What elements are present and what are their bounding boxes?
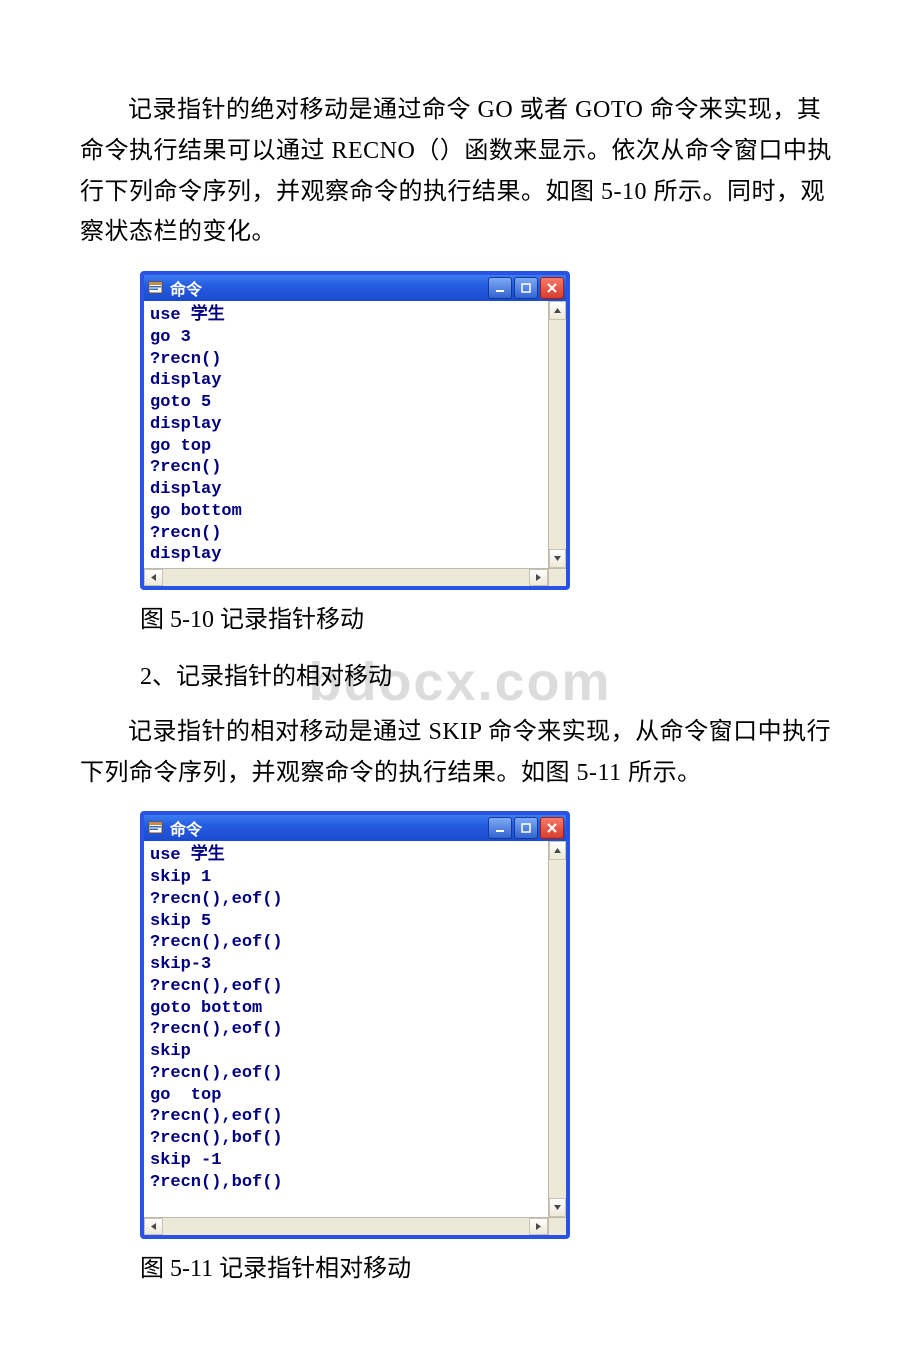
maximize-button[interactable] <box>514 277 538 299</box>
minimize-button[interactable] <box>488 817 512 839</box>
maximize-button[interactable] <box>514 817 538 839</box>
scroll-right-icon[interactable] <box>529 569 548 586</box>
titlebar-1: 命令 <box>144 275 566 301</box>
figure-5-11: 命令 use 学生 skip 1 ?recn(),eof() skip 5 ?r… <box>140 811 840 1239</box>
subheading-2: 2、记录指针的相对移动 <box>140 657 840 698</box>
vertical-scrollbar[interactable] <box>548 301 566 568</box>
scroll-right-icon[interactable] <box>529 1218 548 1235</box>
command-window-2: 命令 use 学生 skip 1 ?recn(),eof() skip 5 ?r… <box>140 811 570 1239</box>
scroll-left-icon[interactable] <box>144 1218 163 1235</box>
command-text-2[interactable]: use 学生 skip 1 ?recn(),eof() skip 5 ?recn… <box>144 841 548 1217</box>
app-icon <box>148 280 164 296</box>
window-title: 命令 <box>170 276 488 300</box>
minimize-button[interactable] <box>488 277 512 299</box>
scroll-up-icon[interactable] <box>549 301 566 320</box>
window-title: 命令 <box>170 816 488 840</box>
paragraph-2: 记录指针的相对移动是通过 SKIP 命令来实现，从命令窗口中执行下列命令序列，并… <box>80 712 840 794</box>
figure-5-11-caption: 图 5-11 记录指针相对移动 <box>140 1249 840 1290</box>
vertical-scrollbar[interactable] <box>548 841 566 1217</box>
close-button[interactable] <box>540 817 564 839</box>
figure-5-10: 命令 use 学生 go 3 ?recn() display goto 5 di… <box>140 271 840 590</box>
scroll-down-icon[interactable] <box>549 549 566 568</box>
command-text-1[interactable]: use 学生 go 3 ?recn() display goto 5 displ… <box>144 301 548 568</box>
command-window-1: 命令 use 学生 go 3 ?recn() display goto 5 di… <box>140 271 570 590</box>
close-button[interactable] <box>540 277 564 299</box>
figure-5-10-caption: 图 5-10 记录指针移动 <box>140 600 840 641</box>
paragraph-1: 记录指针的绝对移动是通过命令 GO 或者 GOTO 命令来实现，其命令执行结果可… <box>80 90 840 253</box>
titlebar-2: 命令 <box>144 815 566 841</box>
app-icon <box>148 820 164 836</box>
horizontal-scrollbar[interactable] <box>144 568 566 586</box>
horizontal-scrollbar[interactable] <box>144 1217 566 1235</box>
scroll-down-icon[interactable] <box>549 1198 566 1217</box>
scroll-left-icon[interactable] <box>144 569 163 586</box>
scroll-up-icon[interactable] <box>549 841 566 860</box>
